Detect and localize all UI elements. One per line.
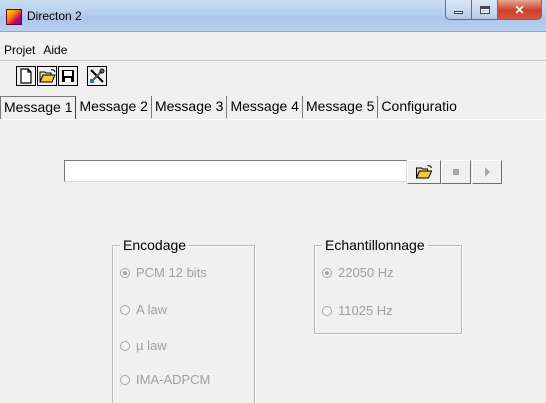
app-icon [6,9,22,25]
maximize-icon [479,5,490,14]
save-icon [62,70,74,82]
radio-unchecked-icon [120,305,130,315]
echantillonnage-title: Echantillonnage [322,237,428,253]
title-bar: Directon 2 ✕ [0,0,546,32]
radio-unchecked-icon [120,375,130,385]
minimize-icon [454,11,463,14]
tab-message-2[interactable]: Message 2 [76,96,152,118]
radio-label: A law [136,302,168,317]
play-button[interactable] [472,160,502,184]
new-file-icon [20,68,32,84]
tab-configuration[interactable]: Configuratio [378,96,460,118]
menu-bar: Projet Aide [0,42,71,58]
menu-divider [0,60,546,61]
tab-message-4[interactable]: Message 4 [227,96,303,118]
file-path-input[interactable] [64,160,407,182]
new-file-button[interactable] [16,66,36,86]
open-folder-icon [415,164,433,178]
play-icon [484,167,490,177]
menu-projet[interactable]: Projet [0,42,39,58]
radio-22050-hz[interactable]: 22050 Hz [322,265,394,281]
radio-ima-adpcm[interactable]: IMA-ADPCM [120,372,210,388]
settings-tools-icon [90,68,105,83]
radio-label: 22050 Hz [338,265,394,280]
radio-label: µ law [136,338,167,353]
encodage-group: Encodage PCM 12 bits A law µ law IMA-ADP… [112,237,255,403]
radio-pcm-12-bits[interactable]: PCM 12 bits [120,265,207,281]
settings-button[interactable] [87,66,107,86]
radio-checked-icon [322,268,332,278]
radio-checked-icon [120,268,130,278]
stop-icon [453,169,459,175]
open-file-button[interactable] [37,66,57,86]
maximize-button[interactable] [472,0,498,20]
menu-aide[interactable]: Aide [39,42,71,58]
radio-unchecked-icon [322,306,332,316]
encodage-title: Encodage [120,237,190,253]
browse-file-button[interactable] [407,160,441,184]
window-controls: ✕ [445,0,542,20]
radio-label: PCM 12 bits [136,265,207,280]
save-button[interactable] [58,66,78,86]
tab-bar: Message 1 Message 2 Message 3 Message 4 … [0,96,460,120]
window-title: Directon 2 [27,9,82,23]
close-button[interactable]: ✕ [498,0,542,20]
radio-label: IMA-ADPCM [136,372,211,387]
radio-label: 11025 Hz [338,303,393,318]
toolbar-separator [79,66,86,88]
stop-button[interactable] [441,160,471,184]
tab-message-5[interactable]: Message 5 [303,96,379,118]
radio-11025-hz[interactable]: 11025 Hz [322,303,393,319]
open-folder-icon [38,68,56,82]
radio-a-law[interactable]: A law [120,302,167,318]
echantillonnage-group: Echantillonnage 22050 Hz 11025 Hz [314,237,462,334]
radio-unchecked-icon [120,341,130,351]
close-icon: ✕ [514,2,525,17]
tab-message-1[interactable]: Message 1 [0,96,77,119]
toolbar [16,66,107,88]
tab-message-3[interactable]: Message 3 [152,96,228,118]
radio-mu-law[interactable]: µ law [120,338,167,354]
tab-panel-edge [0,119,546,120]
minimize-button[interactable] [445,0,472,20]
